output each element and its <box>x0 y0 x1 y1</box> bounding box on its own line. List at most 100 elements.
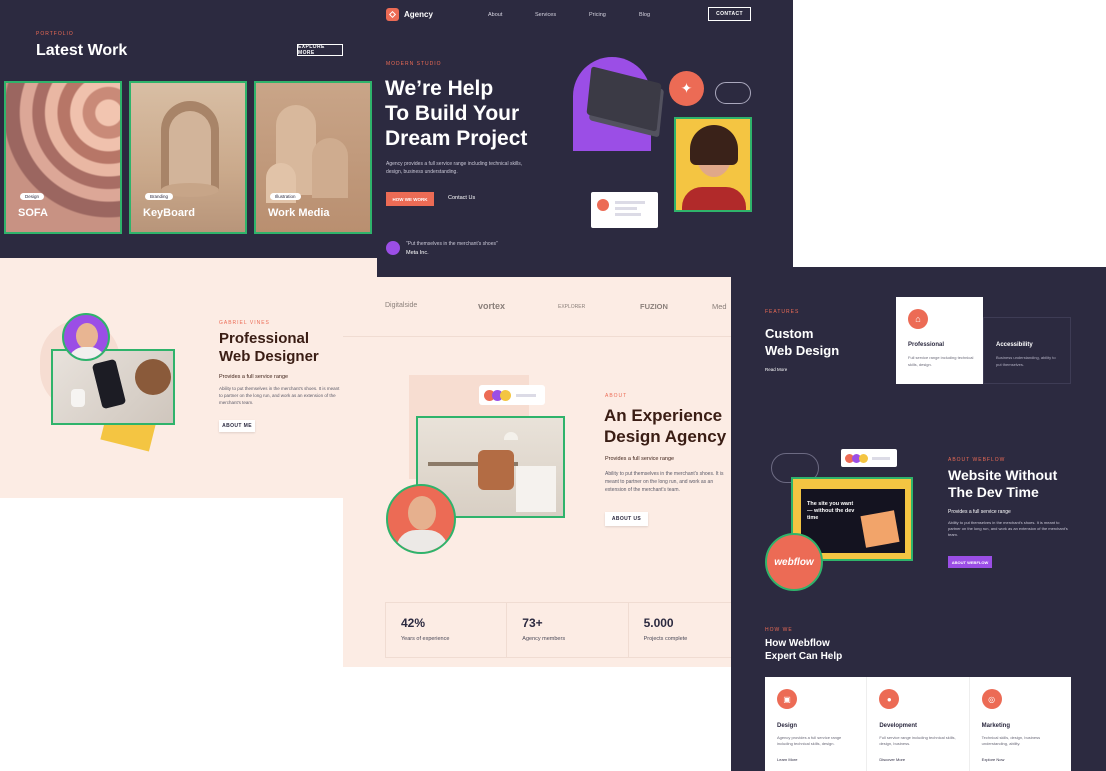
feature-body: Full service range including technical s… <box>908 355 974 367</box>
sparkle-icon: ✦ <box>669 71 704 106</box>
stat-value: 5.000 <box>643 616 674 630</box>
card-title: SOFA <box>18 207 48 219</box>
mockup-text: The site you want — without the dev time <box>807 501 855 521</box>
earbuds-shape <box>71 389 85 407</box>
quote-text: "Put themselves in the merchant's shoes" <box>406 241 498 247</box>
brand-logo[interactable]: Agency <box>386 8 433 21</box>
title-line: Professional <box>219 330 310 347</box>
service-card-design[interactable]: ▣ Design Agency provides a full service … <box>765 677 868 771</box>
phone-photo <box>51 349 175 425</box>
features-title: Custom Web Design <box>765 325 839 359</box>
logo-med: Med <box>712 302 727 311</box>
card-title: Work Media <box>268 207 330 219</box>
logo-explorer: EXPLORER <box>558 304 586 310</box>
webflow-subtitle: Provides a full service range <box>948 509 1011 515</box>
widget-dot <box>597 199 609 211</box>
cylinder-2 <box>312 138 348 198</box>
portfolio-card-keyboard[interactable]: Branding KeyBoard <box>129 81 247 234</box>
service-icon: ◎ <box>981 689 1002 709</box>
nav-services[interactable]: Services <box>535 12 556 18</box>
feature-icon: ⌂ <box>908 309 928 329</box>
service-title: Development <box>879 723 918 729</box>
webflow-body: Ability to put themselves in the merchan… <box>948 520 1068 537</box>
person-photo <box>674 117 752 212</box>
profile-body: Ability to put themselves in the merchan… <box>219 386 340 405</box>
title-line: How Webflow <box>765 638 830 649</box>
contact-us-link[interactable]: Contact Us <box>448 195 475 201</box>
widget-line <box>615 213 641 216</box>
title-line: Website Without <box>948 467 1058 483</box>
quote-avatar <box>386 241 400 255</box>
card-tag: Branding <box>145 193 174 200</box>
portfolio-card-work-media[interactable]: Illustration Work Media <box>254 81 372 234</box>
profile-card-widget <box>591 192 658 228</box>
brand-icon <box>386 8 399 21</box>
title-line: Dream Project <box>385 127 528 150</box>
portfolio-title: Latest Work <box>36 42 128 59</box>
service-icon: ● <box>879 689 900 709</box>
about-webflow-button[interactable]: ABOUT WEBFLOW <box>948 556 992 568</box>
portfolio-card-sofa[interactable]: Design SOFA <box>4 81 122 234</box>
service-link[interactable]: Explore Now <box>982 757 1059 762</box>
stat-item: 73+ Agency members <box>507 603 629 657</box>
feature-card-accessibility[interactable]: Accessibility Business understanding, ab… <box>983 317 1071 384</box>
portfolio-eyebrow: PORTFOLIO <box>36 31 74 37</box>
avatar-face <box>76 323 98 349</box>
webflow-title: Website Without The Dev Time <box>948 467 1057 501</box>
service-icon: ▣ <box>777 689 797 709</box>
service-link[interactable]: Discover More <box>879 757 956 762</box>
service-link[interactable]: Learn More <box>777 757 854 762</box>
avatar-body <box>396 530 448 552</box>
profile-subtitle: Provides a full service range <box>219 374 289 380</box>
bowl-shape <box>135 359 171 395</box>
nav-about[interactable]: About <box>488 12 502 18</box>
stat-label: Years of experience <box>401 636 450 642</box>
webflow-badge: webflow <box>765 533 823 591</box>
about-section: Digitalside vortex EXPLORER FUZION Med A… <box>343 277 733 667</box>
webflow-section: FEATURES Custom Web Design Read More ⌂ P… <box>731 267 1106 771</box>
nav-pricing[interactable]: Pricing <box>589 12 606 18</box>
feature-body: Business understanding, ability to put t… <box>996 355 1056 367</box>
logo-fuzion: FUZION <box>640 302 668 311</box>
color-dots-widget <box>479 385 545 405</box>
cabinet-shape <box>516 466 556 512</box>
mockup-card <box>860 510 900 548</box>
title-line: Expert Can Help <box>765 651 843 662</box>
stat-label: Agency members <box>522 636 566 642</box>
explore-more-button[interactable]: EXPLORE MORE <box>297 44 343 56</box>
nav-blog[interactable]: Blog <box>639 12 650 18</box>
service-body: Full service range including technical s… <box>879 735 956 746</box>
title-line: Web Designer <box>219 348 319 365</box>
features-eyebrow: FEATURES <box>765 309 800 315</box>
quote-author: Meta Inc. <box>406 250 429 256</box>
about-us-button[interactable]: ABOUT US <box>605 512 648 526</box>
about-me-button[interactable]: ABOUT ME <box>219 420 255 432</box>
agency-hero: Agency About Services Pricing Blog CONTA… <box>377 0 793 277</box>
service-title: Design <box>777 723 798 729</box>
phone-shape <box>91 358 127 410</box>
avatar-designer <box>386 484 456 554</box>
title-line: Design Agency <box>604 427 727 446</box>
title-line: To Build Your <box>385 102 520 125</box>
title-line: The Dev Time <box>948 484 1039 500</box>
feature-card-professional[interactable]: ⌂ Professional Full service range includ… <box>896 297 983 384</box>
service-card-development[interactable]: ● Development Full service range includi… <box>867 677 970 771</box>
stats-bar: 42% Years of experience 73+ Agency membe… <box>385 602 733 658</box>
hero-title: We’re Help To Build Your Dream Project <box>385 76 527 151</box>
widget-line <box>615 201 645 204</box>
stat-value: 73+ <box>522 616 543 630</box>
logo-strip: Digitalside vortex EXPLORER FUZION Med <box>343 277 733 337</box>
badge-text: webflow <box>774 556 814 568</box>
read-more-link[interactable]: Read More <box>765 367 787 372</box>
color-dots-widget <box>841 449 897 467</box>
cloud-icon <box>715 82 751 104</box>
contact-button[interactable]: CONTACT <box>708 7 751 21</box>
about-subtitle: Provides a full service range <box>605 456 675 462</box>
title-line: We’re Help <box>385 77 494 100</box>
person-body <box>682 187 746 210</box>
services-eyebrow: HOW WE <box>765 627 793 633</box>
how-we-work-button[interactable]: HOW WE WORK <box>386 192 434 206</box>
title-line: Custom <box>765 326 814 341</box>
feature-title: Accessibility <box>996 342 1033 348</box>
service-card-marketing[interactable]: ◎ Marketing Technical skills, design, bu… <box>970 677 1071 771</box>
